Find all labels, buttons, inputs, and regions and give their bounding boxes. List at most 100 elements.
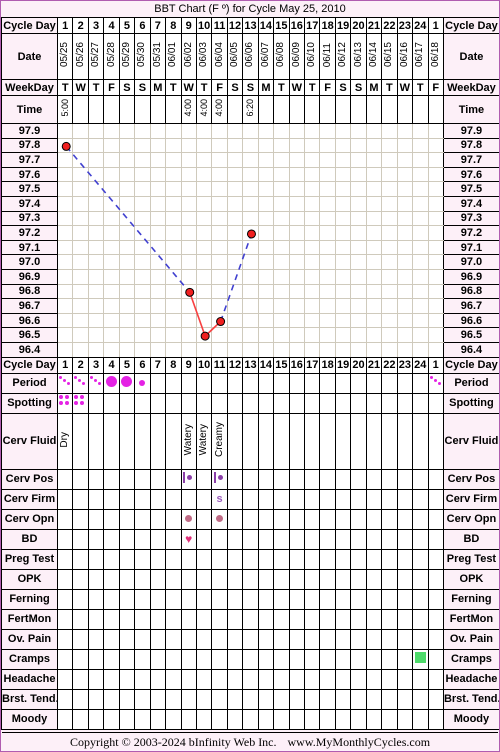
brst-tend-cell-14[interactable] (257, 688, 275, 710)
fertmon-cell-13[interactable] (242, 608, 259, 630)
cerv-firm-cell-2[interactable] (72, 488, 89, 510)
bd-cell-22[interactable] (381, 528, 398, 550)
cramps-cell-9[interactable] (180, 648, 197, 670)
preg-test-cell-16[interactable] (288, 548, 306, 570)
cerv-fluid-cell-13[interactable] (242, 412, 259, 470)
bd-cell-25[interactable] (427, 528, 444, 550)
cerv-fluid-cell-10[interactable]: Watery (195, 412, 213, 470)
preg-test-cell-12[interactable] (226, 548, 244, 570)
period-cell-6[interactable] (134, 372, 151, 394)
cerv-opn-cell-23[interactable] (396, 508, 414, 530)
cerv-firm-cell-6[interactable] (134, 488, 151, 510)
cerv-opn-cell-5[interactable] (118, 508, 136, 530)
fertmon-cell-3[interactable] (87, 608, 105, 630)
brst-tend-cell-12[interactable] (226, 688, 244, 710)
cerv-firm-cell-19[interactable] (334, 488, 352, 510)
opk-cell-24[interactable] (412, 568, 429, 590)
spotting-cell-8[interactable] (165, 392, 182, 414)
moody-cell-4[interactable] (103, 708, 120, 730)
opk-cell-12[interactable] (226, 568, 244, 590)
period-cell-17[interactable] (303, 372, 321, 394)
cerv-opn-cell-19[interactable] (334, 508, 352, 530)
cerv-opn-cell-24[interactable] (412, 508, 429, 530)
headache-cell-13[interactable] (242, 668, 259, 690)
cerv-firm-cell-13[interactable] (242, 488, 259, 510)
preg-test-cell-19[interactable] (334, 548, 352, 570)
preg-test-cell-25[interactable] (427, 548, 444, 570)
cerv-firm-cell-24[interactable] (412, 488, 429, 510)
cramps-cell-16[interactable] (288, 648, 306, 670)
preg-test-cell-7[interactable] (149, 548, 167, 570)
bd-cell-17[interactable] (303, 528, 321, 550)
cerv-opn-cell-13[interactable] (242, 508, 259, 530)
cerv-pos-cell-9[interactable] (180, 468, 197, 490)
cramps-cell-13[interactable] (242, 648, 259, 670)
cramps-cell-1[interactable] (56, 648, 74, 670)
cramps-cell-17[interactable] (303, 648, 321, 670)
bd-cell-15[interactable] (273, 528, 290, 550)
cerv-pos-cell-16[interactable] (288, 468, 306, 490)
cerv-fluid-cell-3[interactable] (87, 412, 105, 470)
fertmon-cell-7[interactable] (149, 608, 167, 630)
ferning-cell-2[interactable] (72, 588, 89, 610)
opk-cell-23[interactable] (396, 568, 414, 590)
spotting-cell-5[interactable] (118, 392, 136, 414)
period-cell-5[interactable] (118, 372, 136, 394)
moody-cell-6[interactable] (134, 708, 151, 730)
period-cell-24[interactable] (412, 372, 429, 394)
cerv-firm-cell-14[interactable] (257, 488, 275, 510)
spotting-cell-11[interactable] (211, 392, 228, 414)
headache-cell-18[interactable] (319, 668, 336, 690)
moody-cell-13[interactable] (242, 708, 259, 730)
ov-pain-cell-23[interactable] (396, 628, 414, 650)
cerv-firm-cell-7[interactable] (149, 488, 167, 510)
spotting-cell-10[interactable] (195, 392, 213, 414)
brst-tend-cell-2[interactable] (72, 688, 89, 710)
cerv-pos-cell-19[interactable] (334, 468, 352, 490)
moody-cell-18[interactable] (319, 708, 336, 730)
cerv-pos-cell-7[interactable] (149, 468, 167, 490)
cerv-firm-cell-10[interactable] (195, 488, 213, 510)
ov-pain-cell-21[interactable] (365, 628, 383, 650)
cerv-fluid-cell-16[interactable] (288, 412, 306, 470)
headache-cell-6[interactable] (134, 668, 151, 690)
bd-cell-13[interactable] (242, 528, 259, 550)
bd-cell-16[interactable] (288, 528, 306, 550)
ferning-cell-17[interactable] (303, 588, 321, 610)
cerv-firm-cell-20[interactable] (350, 488, 367, 510)
opk-cell-20[interactable] (350, 568, 367, 590)
preg-test-cell-20[interactable] (350, 548, 367, 570)
ov-pain-cell-13[interactable] (242, 628, 259, 650)
cerv-firm-cell-18[interactable] (319, 488, 336, 510)
preg-test-cell-9[interactable] (180, 548, 197, 570)
bd-cell-5[interactable] (118, 528, 136, 550)
headache-cell-8[interactable] (165, 668, 182, 690)
spotting-cell-3[interactable] (87, 392, 105, 414)
brst-tend-cell-22[interactable] (381, 688, 398, 710)
brst-tend-cell-10[interactable] (195, 688, 213, 710)
spotting-cell-4[interactable] (103, 392, 120, 414)
ferning-cell-3[interactable] (87, 588, 105, 610)
preg-test-cell-3[interactable] (87, 548, 105, 570)
fertmon-cell-25[interactable] (427, 608, 444, 630)
fertmon-cell-23[interactable] (396, 608, 414, 630)
cerv-pos-cell-6[interactable] (134, 468, 151, 490)
cerv-pos-cell-24[interactable] (412, 468, 429, 490)
ferning-cell-7[interactable] (149, 588, 167, 610)
preg-test-cell-2[interactable] (72, 548, 89, 570)
cramps-cell-18[interactable] (319, 648, 336, 670)
preg-test-cell-11[interactable] (211, 548, 228, 570)
spotting-cell-15[interactable] (273, 392, 290, 414)
moody-cell-17[interactable] (303, 708, 321, 730)
bd-cell-12[interactable] (226, 528, 244, 550)
moody-cell-8[interactable] (165, 708, 182, 730)
period-cell-15[interactable] (273, 372, 290, 394)
cramps-cell-10[interactable] (195, 648, 213, 670)
cerv-firm-cell-21[interactable] (365, 488, 383, 510)
opk-cell-5[interactable] (118, 568, 136, 590)
brst-tend-cell-7[interactable] (149, 688, 167, 710)
brst-tend-cell-13[interactable] (242, 688, 259, 710)
moody-cell-12[interactable] (226, 708, 244, 730)
opk-cell-11[interactable] (211, 568, 228, 590)
preg-test-cell-15[interactable] (273, 548, 290, 570)
